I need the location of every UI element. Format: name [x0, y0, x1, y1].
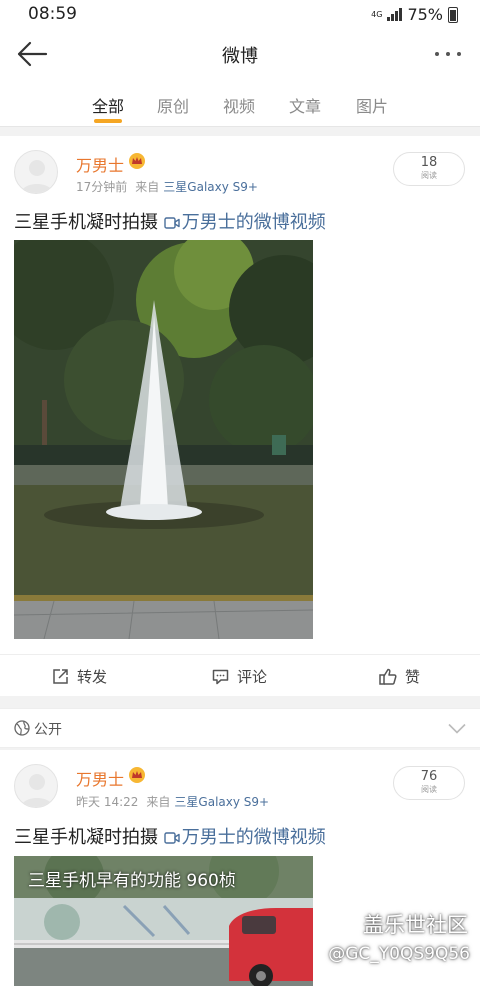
repost-icon	[53, 669, 68, 684]
post-time: 17分钟前	[76, 180, 128, 194]
video-camera-icon	[164, 832, 180, 844]
status-time: 08:59	[28, 4, 77, 24]
vip-crown-icon	[129, 767, 145, 783]
tab-video[interactable]: 视频	[223, 93, 255, 117]
source-prefix: 来自	[146, 795, 171, 809]
video-thumbnail-fountain[interactable]	[14, 240, 313, 639]
read-count: 18	[420, 155, 438, 170]
visibility-label: 公开	[34, 722, 62, 738]
repost-button[interactable]: 转发	[52, 666, 107, 687]
chevron-down-icon	[448, 723, 466, 734]
more-dots-icon	[435, 52, 461, 56]
battery-percent: 75%	[407, 5, 443, 24]
watermark-handle: @GC_Y0QS9Q56	[328, 944, 470, 964]
page-title: 微博	[222, 46, 258, 67]
video-link[interactable]: 万男士的微博视频	[164, 827, 326, 848]
post-meta: 17分钟前 来自 三星Galaxy S9+	[76, 178, 258, 195]
like-label: 赞	[405, 668, 421, 686]
default-avatar-icon	[21, 160, 53, 193]
active-tab-indicator	[94, 119, 122, 123]
status-indicators: 4G 75%	[371, 5, 458, 24]
status-bar: 08:59 4G 75%	[0, 0, 480, 30]
read-count-badge: 18 阅读	[393, 152, 465, 186]
visibility-row[interactable]: 公开	[0, 708, 480, 748]
post-username[interactable]: 万男士	[76, 152, 124, 176]
video-link[interactable]: 万男士的微博视频	[164, 212, 326, 233]
video-thumbnail-street[interactable]: 三星手机早有的功能 960桢	[14, 856, 313, 986]
fountain-scene-image	[14, 240, 313, 639]
default-avatar-icon	[21, 774, 53, 807]
globe-icon	[14, 720, 30, 736]
tab-images[interactable]: 图片	[356, 93, 388, 117]
post-source-link[interactable]: 三星Galaxy S9+	[163, 180, 258, 194]
post-card: 万男士 17分钟前 来自 三星Galaxy S9+ 18 阅读 三星手机凝时拍摄 万…	[0, 136, 480, 696]
video-link-label: 万男士的微博视频	[181, 212, 326, 233]
post-text: 三星手机凝时拍摄 万男士的微博视频	[14, 208, 326, 234]
post-actions: 转发 评论 赞	[0, 654, 480, 696]
post-meta: 昨天 14:22 来自 三星Galaxy S9+	[76, 793, 269, 810]
post-username[interactable]: 万男士	[76, 766, 124, 790]
signal-icon	[387, 8, 403, 21]
avatar[interactable]	[14, 150, 58, 194]
network-type: 4G	[371, 9, 383, 19]
vip-crown-icon	[129, 153, 145, 169]
post-body: 三星手机凝时拍摄	[14, 827, 158, 848]
filter-tabs: 全部 原创 视频 文章 图片	[0, 78, 480, 127]
tab-all[interactable]: 全部	[92, 93, 124, 117]
comment-button[interactable]: 评论	[212, 666, 267, 687]
tab-original[interactable]: 原创	[157, 93, 189, 117]
comment-icon	[212, 669, 229, 684]
watermark-title: 盖乐世社区	[363, 913, 468, 937]
post-time: 昨天 14:22	[76, 795, 139, 809]
video-camera-icon	[164, 217, 180, 229]
source-prefix: 来自	[135, 180, 160, 194]
post-body: 三星手机凝时拍摄	[14, 212, 158, 233]
read-count: 76	[420, 769, 438, 784]
comment-label: 评论	[237, 668, 268, 686]
thumbnail-caption: 三星手机早有的功能 960桢	[28, 871, 236, 891]
read-count-badge: 76 阅读	[393, 766, 465, 800]
like-button[interactable]: 赞	[379, 666, 420, 687]
battery-icon	[448, 6, 458, 23]
tab-article[interactable]: 文章	[289, 93, 321, 117]
thumbs-up-icon	[379, 668, 397, 685]
repost-label: 转发	[77, 668, 108, 686]
post-source-link[interactable]: 三星Galaxy S9+	[174, 795, 269, 809]
post-text: 三星手机凝时拍摄 万男士的微博视频	[14, 823, 326, 849]
top-bar: 微博	[0, 30, 480, 78]
read-count-label: 阅读	[421, 171, 437, 180]
video-link-label: 万男士的微博视频	[181, 827, 326, 848]
more-options-button[interactable]	[432, 42, 464, 66]
read-count-label: 阅读	[421, 785, 437, 794]
avatar[interactable]	[14, 764, 58, 808]
